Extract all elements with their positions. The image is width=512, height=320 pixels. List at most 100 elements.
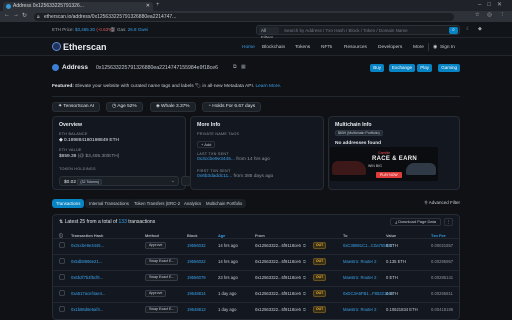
search-icon[interactable]: ⌕ (449, 27, 458, 34)
txn-age: 1 day ago (218, 307, 237, 312)
from-address[interactable]: 0x12563322...6f9118ce6 (255, 291, 301, 296)
nav-home[interactable]: Home (242, 45, 255, 50)
txn-hash-link[interactable]: 0x6b2f7b4f5cf6... (71, 275, 103, 280)
block-link[interactable]: 19556022 (187, 259, 206, 264)
tab-multichain-portfolio[interactable]: Multichain Portfolio (202, 199, 247, 208)
from-address[interactable]: 0x12563322...6f9118ce6 (255, 307, 301, 312)
extension-icons[interactable]: ☆ ◎ ⋮ (475, 12, 508, 18)
txn-hash-link[interactable]: 0x3ccbe9e3445... (71, 243, 104, 248)
theme-toggle-icon[interactable]: ☾ (466, 26, 470, 32)
eth-price: ETH Price: $3,465.30 (-0.63%) (52, 27, 114, 32)
view-details-icon[interactable] (59, 274, 65, 280)
to-address-link[interactable]: Maestro: Router 2 (343, 259, 377, 264)
nav-developers[interactable]: Developers (378, 45, 402, 50)
to-address-link[interactable]: Maestro: Router 2 (343, 307, 377, 312)
token-holdings-dropdown[interactable]: $0.02 (32 Tokens) ⌄ (59, 176, 179, 186)
back-icon[interactable]: ← (4, 12, 10, 18)
forward-icon[interactable]: → (13, 12, 19, 18)
view-details-icon[interactable] (59, 258, 65, 264)
nav-more[interactable]: More (413, 45, 424, 50)
gas-price[interactable]: ⛽︎ Gas: 26.8 Gwei (110, 27, 148, 33)
advanced-filter-button[interactable]: ⚲ Advanced Filter (424, 200, 460, 206)
window-controls[interactable]: –□✕ (478, 1, 508, 8)
promo-brand: Gamble (378, 151, 391, 155)
new-tab-icon[interactable]: + (156, 2, 160, 8)
txn-hash-link[interactable]: 0x1b86d6e5af4... (71, 307, 103, 312)
txn-hash-link[interactable]: 0xa517acef4ae4... (71, 291, 105, 296)
nav-blockchain[interactable]: Blockchain (262, 45, 285, 50)
tab-transactions[interactable]: Transactions (52, 199, 85, 208)
address-label: Address (62, 64, 89, 71)
add-name-tag-button[interactable]: + Add (197, 141, 216, 148)
table-row: 0xa517acef4ae4... Approve 19548814 1 day ag… (53, 286, 459, 300)
search-filter-select[interactable]: All Filters (259, 27, 279, 40)
token-holdings-value: $0.02 (32 Tokens) (64, 179, 103, 185)
last-txn-link[interactable]: 0x3ccbe9e3445... (197, 157, 235, 162)
from-address[interactable]: 0x12563322...6f9118ce6 (255, 259, 301, 264)
chevron-down-icon: ⌄ (170, 178, 175, 184)
direction-badge: OUT (313, 242, 327, 249)
address-bar[interactable]: 🔒︎ etherscan.io/address/0x12563322579132… (34, 12, 454, 21)
nav-nfts[interactable]: NFTs (321, 45, 332, 50)
tab-internal-transactions[interactable]: Internal Transactions (85, 199, 133, 208)
from-address[interactable]: 0x12563322...6f9118ce6 (255, 243, 301, 248)
download-page-data-button[interactable]: ⤓ Download Page Data (390, 218, 441, 226)
gaming-button[interactable]: Gaming (438, 64, 460, 72)
block-link[interactable]: 19556079 (187, 275, 206, 280)
search-input[interactable]: Search by Address / Txn Hash / Block / T… (284, 28, 408, 33)
from-address[interactable]: 0x12563322...6f9118ce6 (255, 275, 301, 280)
block-link[interactable]: 19548813 (187, 307, 206, 312)
search-box[interactable]: All Filters Search by Address / Txn Hash… (256, 25, 460, 40)
to-address-link[interactable]: Maestro: Router 2 (343, 275, 377, 280)
user-icon: ◉ (433, 44, 438, 50)
first-txn-value: 0x6b3daddc11... from 385 days ago (197, 174, 274, 179)
browser-tab[interactable]: Address 0x125633225791326... ✕ (3, 2, 153, 11)
promo-banner[interactable]: Gamble RACE & EARN WIN BIG PLAY NOW (330, 147, 438, 181)
method-badge: Swap Exact E... (145, 306, 179, 313)
race-car-image (332, 161, 366, 175)
txn-fee: 0.00021557 (431, 243, 454, 248)
holds-chip[interactable]: ◔ Holds For 6.67 days (202, 102, 262, 112)
method-badge: Approve (145, 242, 167, 249)
transactions-table-card: ⇅ Latest 25 from a total of 133 transact… (52, 214, 460, 320)
copy-icon[interactable]: ⧉ (303, 291, 306, 296)
address-bar-url: etherscan.io/address/0x12563322579132688… (44, 13, 177, 20)
token-holdings-key: TOKEN HOLDINGS (59, 167, 96, 171)
view-details-icon[interactable] (59, 290, 65, 296)
main-navbar: Etherscan Home Blockchain Tokens NFTs Re… (0, 38, 512, 56)
nav-resources[interactable]: Resources (344, 45, 367, 50)
overview-card: Overview ETH BALANCE ◆ 0.189884180198849… (52, 116, 191, 190)
copy-icon[interactable]: ⧉ (233, 64, 237, 70)
block-link[interactable]: 19556032 (187, 243, 206, 248)
txn-fee: 0.00418186 (431, 307, 454, 312)
nav-tokens[interactable]: Tokens (295, 45, 310, 50)
buy-button[interactable]: Buy (370, 64, 384, 72)
txn-hash-link[interactable]: 0x5db8866e21... (71, 259, 102, 264)
age-chip[interactable]: ◷ Age 52% (106, 102, 143, 112)
copy-icon[interactable]: ⧉ (303, 259, 306, 264)
txn-age: 1 day ago (218, 291, 237, 296)
play-button[interactable]: Play (417, 64, 432, 72)
nav-signin[interactable]: Sign In (440, 45, 455, 50)
exchange-button[interactable]: Exchange (388, 64, 415, 72)
close-tab-icon[interactable]: ✕ (146, 2, 150, 11)
ethereum-network-icon[interactable]: ◆ (478, 26, 482, 32)
block-link[interactable]: 19548814 (187, 291, 206, 296)
etherscan-logo[interactable]: Etherscan (52, 42, 107, 52)
view-details-icon[interactable] (59, 306, 65, 312)
transactions-summary: ⇅ Latest 25 from a total of 133 transact… (59, 219, 156, 225)
reload-icon[interactable]: ↻ (22, 12, 27, 19)
whale-chip[interactable]: ◈ Whale 3.37% (150, 102, 196, 112)
more-options-icon[interactable]: ⋮ (444, 218, 453, 226)
view-details-icon[interactable] (59, 242, 65, 248)
browser-toolbar: ← → ↻ 🔒︎ etherscan.io/address/0x12563322… (0, 11, 512, 22)
copy-icon[interactable]: ⧉ (303, 307, 306, 312)
copy-icon[interactable]: ⧉ (303, 243, 306, 248)
promo-cta-button[interactable]: PLAY NOW (376, 172, 402, 178)
qr-code-icon[interactable]: ▦ (241, 64, 246, 70)
multichain-portfolio-badge[interactable]: $659 (Multichain Portfolio) (335, 130, 383, 136)
tensorscan-chip[interactable]: ✦ TensorScan AI (52, 102, 101, 112)
copy-icon[interactable]: ⧉ (303, 275, 306, 280)
first-txn-link[interactable]: 0x6b3daddc11... (197, 174, 232, 179)
learn-more-link[interactable]: Learn More. (255, 84, 281, 89)
